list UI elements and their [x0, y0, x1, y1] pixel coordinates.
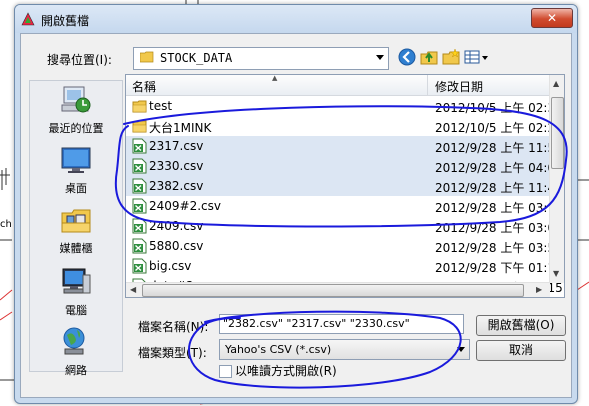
horizontal-scroll-thumb[interactable] [142, 284, 524, 297]
open-button[interactable]: 開啟舊檔(O) [476, 315, 566, 336]
cancel-button[interactable]: 取消 [476, 340, 566, 361]
chevron-down-icon[interactable] [376, 55, 384, 60]
file-date: 2012/9/28 上午 11:52 [435, 141, 563, 155]
lookin-dropdown[interactable]: STOCK_DATA [133, 47, 389, 70]
file-list[interactable]: ▲ 名稱 修改日期 test 2012/10/5 上午 02:30 大台1MINK 2… [125, 74, 565, 298]
lookin-value: STOCK_DATA [160, 51, 233, 65]
recent-places-icon [61, 86, 91, 113]
folder-icon [132, 98, 147, 114]
file-name: big.csv [149, 259, 192, 273]
new-folder-icon[interactable] [441, 47, 461, 67]
place-recent[interactable]: 最近的位置 [30, 83, 122, 143]
column-date-header[interactable]: 修改日期 [435, 78, 483, 95]
place-network[interactable]: 網路 [30, 325, 122, 385]
scroll-up-icon[interactable]: ▲ [553, 79, 559, 88]
window-title: 開啟舊檔 [41, 14, 90, 28]
file-name: 大台1MINK [149, 121, 212, 135]
csv-file-icon [132, 238, 147, 254]
filename-input[interactable]: "2382.csv" "2317.csv" "2330.csv" [219, 314, 464, 334]
file-date: 2012/10/5 上午 02:30 [435, 101, 563, 115]
place-label: 電腦 [65, 304, 87, 317]
place-label: 桌面 [65, 182, 87, 195]
file-date: 2012/9/28 上午 03:16 [435, 201, 563, 215]
scroll-right-icon[interactable]: ▶ [536, 285, 542, 294]
file-name: 2330.csv [149, 159, 204, 173]
app-icon [21, 12, 35, 26]
close-button[interactable]: ✕ [531, 8, 573, 28]
place-label: 媒體櫃 [59, 242, 93, 255]
csv-file-icon [132, 258, 147, 274]
readonly-label[interactable]: 以唯讀方式開啟(R) [235, 362, 337, 379]
file-name: 2382.csv [149, 179, 204, 193]
folder-icon [140, 51, 154, 63]
file-date: 2012/9/28 上午 03:58 [435, 241, 563, 255]
place-libraries[interactable]: 媒體櫃 [30, 203, 122, 263]
file-row[interactable]: 2317.csv 2012/9/28 上午 11:52 [126, 136, 563, 156]
file-row[interactable]: 2330.csv 2012/9/28 上午 04:02 [126, 156, 563, 176]
file-row[interactable]: 5880.csv 2012/9/28 上午 03:58 [126, 236, 563, 256]
svg-text:ch: ch [0, 219, 12, 230]
place-label: 網路 [65, 364, 87, 377]
places-bar: 最近的位置 桌面 媒體櫃 電腦 網路 [29, 80, 123, 377]
csv-file-icon [132, 178, 147, 194]
file-row[interactable]: 2409#2.csv 2012/9/28 上午 03:16 [126, 196, 563, 216]
column-separator[interactable] [427, 75, 428, 95]
lookin-label: 搜尋位置(I): [47, 53, 112, 67]
file-date: 2012/10/5 上午 02:28 [435, 121, 563, 135]
open-file-dialog: 開啟舊檔 ✕ 搜尋位置(I): STOCK_DATA 最近的位置 桌面 媒體櫃 … [14, 4, 578, 404]
place-computer[interactable]: 電腦 [30, 265, 122, 325]
vertical-scroll-thumb[interactable] [551, 97, 564, 169]
file-row[interactable]: 大台1MINK 2012/10/5 上午 02:28 [126, 116, 563, 136]
file-row[interactable]: 2382.csv 2012/9/28 上午 11:47 [126, 176, 563, 196]
computer-icon [62, 268, 91, 294]
file-name: 2409.csv [149, 219, 204, 233]
views-menu-icon[interactable] [463, 47, 489, 67]
desktop-icon [61, 147, 91, 173]
network-icon [63, 327, 85, 355]
file-row[interactable]: big.csv 2012/9/28 下午 01:12 [126, 256, 563, 276]
file-name: 2317.csv [149, 139, 204, 153]
file-date: 2012/9/28 上午 04:02 [435, 161, 563, 175]
filetype-label: 檔案類型(T): [138, 346, 207, 360]
dialog-body: 搜尋位置(I): STOCK_DATA 最近的位置 桌面 媒體櫃 電腦 網路 ▲… [20, 33, 572, 398]
chevron-down-icon[interactable] [457, 347, 465, 352]
list-header: ▲ 名稱 修改日期 [126, 75, 550, 96]
back-icon[interactable] [397, 47, 417, 67]
place-desktop[interactable]: 桌面 [30, 143, 122, 203]
scroll-left-icon[interactable]: ◀ [130, 285, 136, 294]
file-date: 2012/9/28 下午 01:12 [435, 261, 563, 275]
folder-icon [132, 118, 147, 134]
file-name: 2409#2.csv [149, 199, 221, 213]
libraries-icon [61, 209, 91, 233]
filetype-value: Yahoo's CSV (*.csv) [225, 343, 332, 356]
csv-file-icon [132, 158, 147, 174]
file-row[interactable]: test 2012/10/5 上午 02:30 [126, 96, 563, 116]
place-label: 最近的位置 [48, 122, 104, 135]
filetype-dropdown[interactable]: Yahoo's CSV (*.csv) [219, 339, 470, 360]
title-bar[interactable]: 開啟舊檔 ✕ [15, 5, 577, 33]
csv-file-icon [132, 138, 147, 154]
readonly-checkbox[interactable] [219, 365, 232, 378]
csv-file-icon [132, 198, 147, 214]
filename-label: 檔案名稱(N): [138, 320, 209, 334]
file-name: 5880.csv [149, 239, 204, 253]
up-folder-icon[interactable] [419, 47, 439, 67]
file-date: 2012/9/28 上午 03:04 [435, 221, 563, 235]
file-row[interactable]: 2409.csv 2012/9/28 上午 03:04 [126, 216, 563, 236]
horizontal-scrollbar[interactable]: ◀ ▶ [126, 282, 550, 297]
file-date: 2012/9/28 上午 11:47 [435, 181, 563, 195]
column-name-header[interactable]: 名稱 [132, 78, 156, 95]
sort-ascending-icon: ▲ [272, 74, 278, 82]
vertical-scrollbar[interactable]: ▲ ▼ [549, 75, 564, 283]
csv-file-icon [132, 218, 147, 234]
file-name: test [149, 99, 173, 113]
scroll-down-icon[interactable]: ▼ [553, 269, 559, 278]
